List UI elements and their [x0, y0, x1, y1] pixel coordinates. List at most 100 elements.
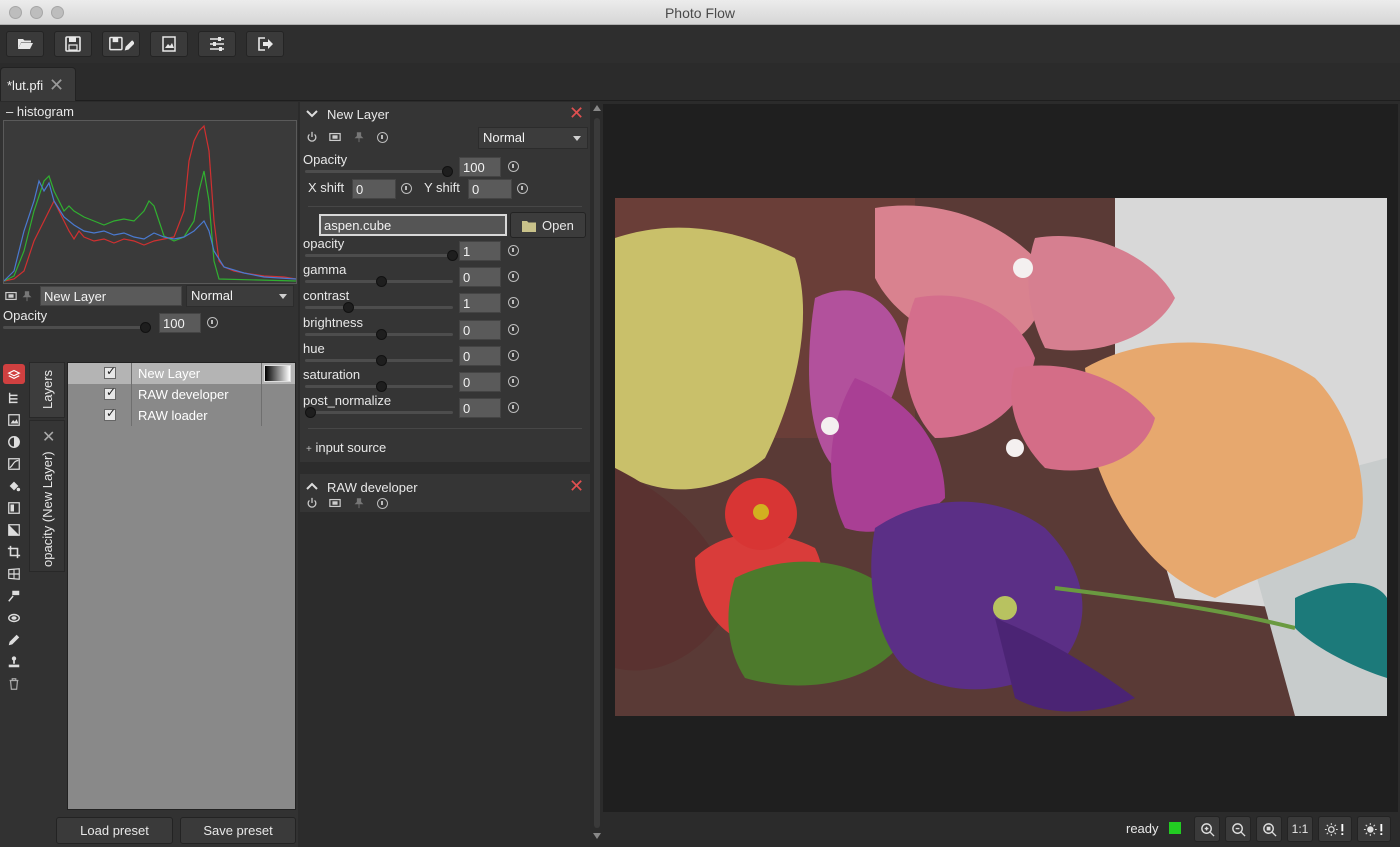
exit-button[interactable]	[246, 31, 284, 57]
open-button[interactable]	[6, 31, 44, 57]
open-file-button[interactable]: Open	[510, 212, 586, 238]
xshift-field[interactable]: 0	[352, 179, 396, 199]
exposure-tool[interactable]	[3, 432, 25, 452]
slider-knob[interactable]	[442, 166, 453, 177]
info-icon[interactable]	[508, 161, 519, 172]
color-tool[interactable]	[3, 476, 25, 496]
power-icon[interactable]	[305, 496, 319, 510]
pin-icon[interactable]	[352, 130, 366, 144]
layer-mask-thumbnail[interactable]	[264, 365, 291, 382]
panel-scrollbar[interactable]	[592, 102, 602, 847]
layer-blend-mode-select[interactable]: Normal	[186, 285, 294, 307]
tab-layers[interactable]: Layers	[29, 362, 65, 418]
info-icon[interactable]	[207, 317, 218, 328]
tab-mask[interactable]: ✕ opacity (New Layer)	[29, 420, 65, 572]
image-viewer[interactable]	[603, 104, 1398, 812]
scroll-up-icon[interactable]	[593, 105, 601, 111]
close-mask-tab-icon[interactable]: ✕	[42, 427, 55, 447]
layer-enable-checkbox[interactable]	[104, 364, 116, 379]
image-tool[interactable]	[3, 410, 25, 430]
save-preset-button[interactable]: Save preset	[180, 817, 296, 844]
pin-icon[interactable]	[20, 289, 34, 303]
clone-stamp-tool[interactable]	[3, 652, 25, 672]
input-source-expander[interactable]: + input source	[306, 440, 386, 455]
draw-tool[interactable]	[3, 630, 25, 650]
info-icon[interactable]	[508, 323, 519, 335]
info-icon[interactable]	[377, 498, 388, 509]
ellipse-tool[interactable]	[3, 608, 25, 628]
layer-enable-checkbox[interactable]	[104, 406, 116, 421]
param-value-field[interactable]: 1	[459, 293, 501, 314]
lut-file-field[interactable]: aspen.cube	[319, 214, 507, 236]
layer-enable-checkbox[interactable]	[104, 385, 116, 400]
list-item[interactable]: New Layer	[68, 363, 295, 384]
info-icon[interactable]	[508, 376, 519, 387]
info-icon[interactable]	[508, 271, 519, 283]
param-slider[interactable]	[305, 276, 453, 288]
load-preset-button[interactable]: Load preset	[56, 817, 173, 844]
histogram-header[interactable]: – histogram	[6, 104, 74, 119]
layer-visibility-icon[interactable]	[4, 289, 18, 303]
new-layer-tool[interactable]	[3, 364, 25, 384]
info-icon[interactable]	[508, 297, 519, 309]
curves-tool[interactable]	[3, 454, 25, 474]
slider-knob[interactable]	[447, 250, 458, 261]
crop-tool[interactable]	[3, 542, 25, 562]
export-button[interactable]	[150, 31, 188, 57]
close-icon[interactable]: ✕	[569, 103, 584, 124]
node-blend-mode-select[interactable]: Normal	[478, 127, 588, 149]
layer-opacity-field[interactable]: 100	[159, 313, 201, 333]
node-opacity-slider[interactable]	[305, 166, 453, 177]
info-icon[interactable]	[508, 402, 519, 414]
zoom-in-button[interactable]	[1194, 816, 1220, 842]
param-value-field[interactable]: 0	[459, 267, 501, 288]
param-value-field[interactable]: 0	[459, 345, 501, 366]
param-slider[interactable]	[305, 381, 453, 392]
slider-knob[interactable]	[140, 322, 151, 333]
param-value-field[interactable]: 1	[459, 241, 501, 261]
close-icon[interactable]: ✕	[569, 476, 584, 497]
zoom-out-button[interactable]	[1225, 816, 1251, 842]
scroll-thumb[interactable]	[594, 118, 600, 828]
pin-icon[interactable]	[352, 496, 366, 510]
param-slider[interactable]	[305, 302, 453, 314]
slider-knob[interactable]	[376, 276, 387, 288]
shadows-clipping-button[interactable]	[1318, 816, 1352, 842]
param-slider[interactable]	[305, 407, 453, 419]
node-opacity-field[interactable]: 100	[459, 157, 501, 177]
info-icon[interactable]	[377, 132, 388, 143]
close-tab-icon[interactable]: ✕	[49, 75, 64, 96]
slider-knob[interactable]	[376, 328, 387, 340]
tab-document[interactable]: *lut.pfi ✕	[0, 67, 76, 101]
slider-knob[interactable]	[376, 354, 387, 366]
zoom-fit-button[interactable]	[1256, 816, 1282, 842]
delete-layer-tool[interactable]	[3, 674, 25, 694]
info-icon[interactable]	[508, 349, 519, 361]
list-item[interactable]: RAW developer	[68, 384, 295, 405]
info-icon[interactable]	[401, 183, 412, 194]
param-slider[interactable]	[305, 354, 453, 366]
param-value-field[interactable]: 0	[459, 372, 501, 392]
list-item[interactable]: RAW loader	[68, 405, 295, 426]
layer-name-field[interactable]: New Layer	[40, 286, 182, 306]
save-as-button[interactable]	[102, 31, 140, 57]
gradient-tool[interactable]	[3, 498, 25, 518]
visibility-icon[interactable]	[328, 496, 342, 510]
chevron-down-icon[interactable]	[306, 110, 318, 118]
visibility-icon[interactable]	[328, 130, 342, 144]
power-icon[interactable]	[305, 130, 319, 144]
save-button[interactable]	[54, 31, 92, 57]
collapse-icon[interactable]: –	[6, 104, 13, 119]
param-slider[interactable]	[305, 250, 458, 261]
layer-opacity-slider[interactable]	[3, 322, 151, 333]
slider-knob[interactable]	[305, 407, 316, 419]
param-value-field[interactable]: 0	[459, 319, 501, 340]
info-icon[interactable]	[517, 183, 528, 194]
param-slider[interactable]	[305, 328, 453, 340]
preferences-button[interactable]	[198, 31, 236, 57]
perspective-tool[interactable]	[3, 564, 25, 584]
scroll-down-icon[interactable]	[593, 833, 601, 839]
slider-knob[interactable]	[343, 302, 354, 314]
zoom-1-1-button[interactable]: 1:1	[1287, 816, 1313, 842]
clone-tool[interactable]	[3, 586, 25, 606]
